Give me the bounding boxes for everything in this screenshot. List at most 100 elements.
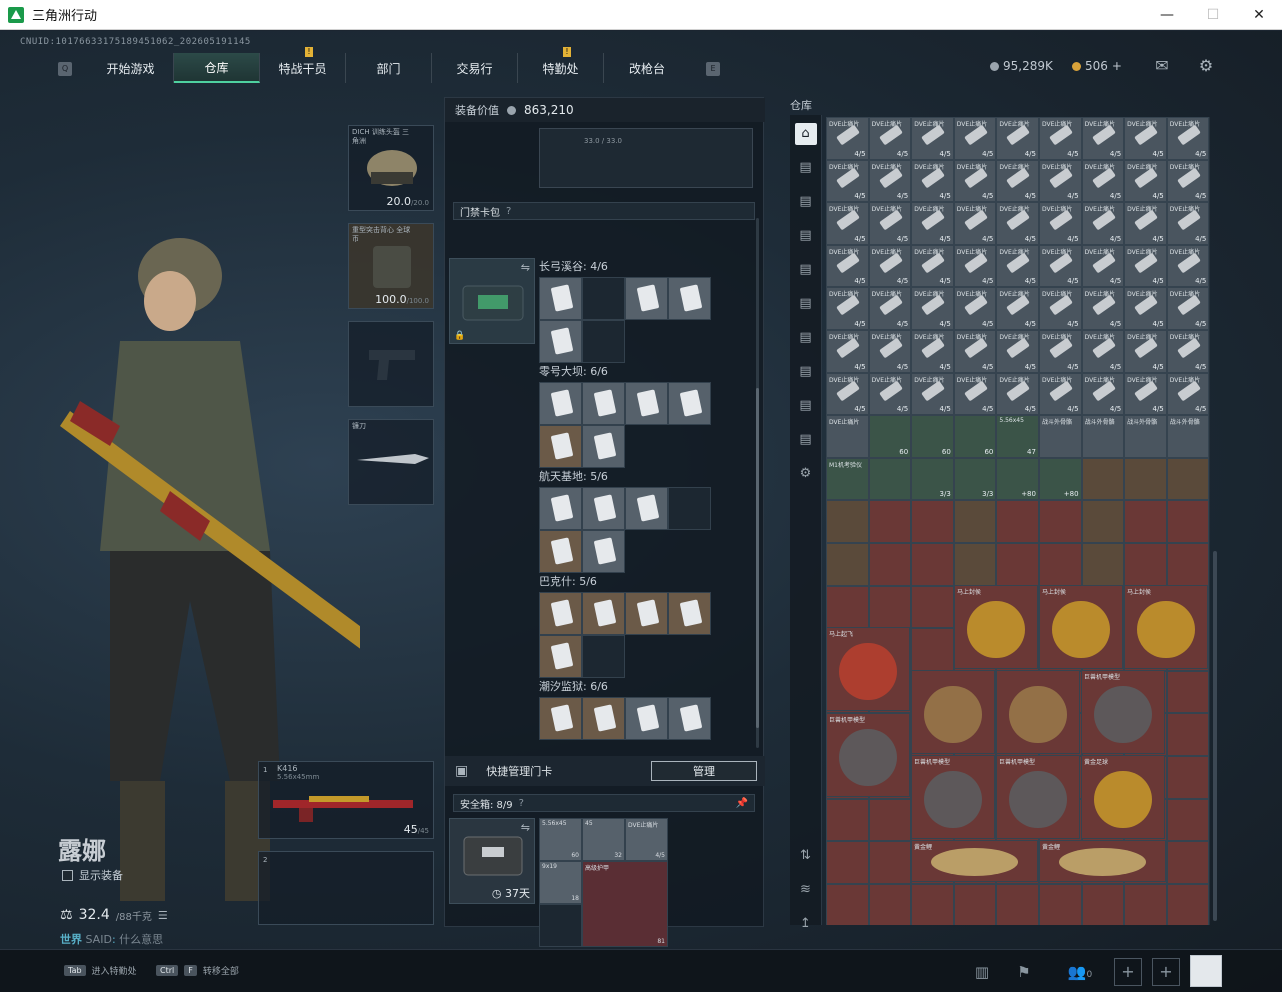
keycard-slot[interactable] (668, 592, 711, 635)
keycard-slot[interactable] (539, 425, 582, 468)
warehouse-cell[interactable]: DVE止痛片 4/5 (1124, 202, 1167, 245)
warehouse-cell[interactable]: M1机考验仪 (826, 457, 869, 501)
scrollbar-thumb[interactable] (756, 388, 759, 728)
warehouse-cell[interactable] (868, 798, 912, 842)
warehouse-cell[interactable]: DVE止痛片 4/5 (1038, 202, 1082, 245)
warehouse-large-item[interactable]: 黄金鲤 (1039, 840, 1166, 882)
tab-start-game[interactable]: 开始游戏 (88, 53, 174, 83)
storage-tab-9[interactable]: ▤ (795, 429, 817, 451)
warehouse-cell[interactable]: 60 (911, 415, 954, 458)
warehouse-cell[interactable]: DVE止痛片 4/5 (868, 244, 912, 288)
keycard-slot[interactable] (625, 697, 668, 740)
warehouse-large-item[interactable]: 巨兽机甲模型 (996, 755, 1080, 839)
keycard-slot[interactable] (539, 382, 582, 425)
warehouse-cell[interactable]: 60 (868, 415, 912, 458)
storage-tab-5[interactable]: ▤ (795, 293, 817, 315)
warehouse-cell[interactable] (868, 585, 912, 629)
warehouse-cell[interactable]: DVE止痛片 4/5 (1081, 329, 1125, 373)
warehouse-cell[interactable] (1081, 457, 1125, 501)
gear-icon[interactable]: ⚙ (1196, 56, 1216, 75)
pistol-slot[interactable] (348, 321, 434, 407)
storage-tab-7[interactable]: ▤ (795, 361, 817, 383)
warehouse-cell[interactable]: DVE止痛片 4/5 (996, 287, 1039, 330)
tab-operators[interactable]: 特战干员! (260, 47, 346, 83)
warehouse-large-item[interactable]: 黄金足球 (1081, 755, 1165, 839)
warehouse-cell[interactable]: DVE止痛片 4/5 (1081, 159, 1125, 203)
warehouse-cell[interactable]: DVE止痛片 4/5 (826, 287, 869, 330)
keycard-slot[interactable] (625, 382, 668, 425)
friends-icon[interactable]: 👥0 (1060, 960, 1100, 984)
warehouse-cell[interactable]: DVE止痛片 4/5 (1124, 287, 1167, 330)
safe-item[interactable]: 45 32 (582, 818, 625, 861)
close-button[interactable]: ✕ (1236, 0, 1282, 30)
warehouse-scrollbar[interactable] (1213, 551, 1217, 921)
storage-tab-4[interactable]: ▤ (795, 259, 817, 281)
warehouse-large-item[interactable]: 马上封侯 (954, 585, 1038, 669)
gold-currency[interactable]: 506 + (1072, 59, 1122, 73)
warehouse-cell[interactable]: DVE止痛片 4/5 (868, 202, 912, 245)
storage-tab-1[interactable]: ▤ (795, 157, 817, 179)
warehouse-cell[interactable]: DVE止痛片 4/5 (826, 117, 869, 160)
swap-icon[interactable]: ⇋ (521, 821, 530, 834)
warehouse-cell[interactable]: DVE止痛片 4/5 (1081, 117, 1125, 160)
warehouse-cell[interactable] (911, 585, 954, 629)
keycard-slot[interactable] (668, 277, 711, 320)
safe-item[interactable]: DVE止痛片 4/5 (625, 818, 668, 861)
storage-tab-3[interactable]: ▤ (795, 225, 817, 247)
tab-gunsmith[interactable]: 改枪台 (604, 53, 690, 83)
warehouse-cell[interactable] (1166, 755, 1210, 799)
warehouse-cell[interactable]: DVE止痛片 4/5 (1166, 159, 1210, 203)
warehouse-large-item[interactable] (911, 670, 995, 754)
warehouse-cell[interactable]: DVE止痛片 4/5 (826, 329, 869, 373)
warehouse-cell[interactable]: DVE止痛片 4/5 (1166, 117, 1210, 160)
safe-item[interactable]: 9x19 18 (539, 861, 582, 904)
warehouse-cell[interactable]: DVE止痛片 4/5 (826, 244, 869, 288)
warehouse-cell[interactable]: +80 (1038, 457, 1082, 501)
warehouse-cell[interactable]: DVE止痛片 4/5 (868, 372, 912, 416)
keycard-slot[interactable] (582, 382, 625, 425)
warehouse-cell[interactable]: DVE止痛片 4/5 (868, 159, 912, 203)
keycard-slot[interactable] (625, 592, 668, 635)
warehouse-cell[interactable]: DVE止痛片 4/5 (953, 329, 997, 373)
warehouse-cell[interactable]: DVE止痛片 4/5 (996, 159, 1039, 203)
minimize-button[interactable]: — (1144, 0, 1190, 30)
warehouse-cell[interactable]: DVE止痛片 4/5 (1038, 372, 1082, 416)
warehouse-cell[interactable] (868, 883, 912, 925)
show-equipment-toggle[interactable]: 显示装备 (62, 867, 123, 883)
warehouse-cell[interactable] (953, 500, 997, 543)
invite-slot-1[interactable]: + (1114, 958, 1142, 986)
storage-tab-8[interactable]: ▤ (795, 395, 817, 417)
warehouse-cell[interactable]: DVE止痛片 4/5 (996, 202, 1039, 245)
warehouse-cell[interactable] (996, 542, 1039, 586)
secondary-weapon-slot[interactable]: 2 (258, 851, 434, 925)
keycard-slot[interactable] (539, 635, 582, 678)
warehouse-cell[interactable]: 5.56x45 47 (996, 415, 1039, 458)
tab-department[interactable]: 部门 (346, 53, 432, 83)
warehouse-cell[interactable]: DVE止痛片 4/5 (1081, 287, 1125, 330)
warehouse-cell[interactable]: DVE止痛片 4/5 (996, 244, 1039, 288)
tab-warehouse[interactable]: 仓库 (174, 53, 260, 83)
warehouse-cell[interactable]: DVE止痛片 4/5 (868, 117, 912, 160)
warehouse-cell[interactable]: DVE止痛片 4/5 (1124, 244, 1167, 288)
warehouse-cell[interactable]: DVE止痛片 4/5 (826, 202, 869, 245)
warehouse-cell[interactable] (1038, 500, 1082, 543)
warehouse-cell[interactable]: DVE止痛片 4/5 (1166, 372, 1210, 416)
warehouse-cell[interactable]: DVE止痛片 4/5 (1081, 202, 1125, 245)
warehouse-cell[interactable]: DVE止痛片 (826, 415, 869, 458)
warehouse-cell[interactable]: DVE止痛片 4/5 (911, 117, 954, 160)
warehouse-large-item[interactable]: 巨兽机甲模型 (911, 755, 995, 839)
warehouse-cell[interactable] (996, 500, 1039, 543)
transfer-icon[interactable]: ↥ (795, 913, 817, 935)
warehouse-cell[interactable]: DVE止痛片 4/5 (868, 287, 912, 330)
warehouse-cell[interactable]: DVE止痛片 4/5 (953, 287, 997, 330)
warehouse-cell[interactable]: DVE止痛片 4/5 (826, 372, 869, 416)
warehouse-cell[interactable] (826, 841, 869, 884)
warehouse-cell[interactable]: DVE止痛片 4/5 (911, 287, 954, 330)
armor-slot[interactable]: 重型突击背心 全球币 100.0/100.0 (348, 223, 434, 309)
warehouse-cell[interactable] (1166, 841, 1210, 884)
warehouse-cell[interactable]: DVE止痛片 4/5 (953, 159, 997, 203)
warehouse-cell[interactable]: 战斗外骨骼 (1124, 415, 1167, 458)
warehouse-cell[interactable] (1166, 883, 1210, 925)
warehouse-cell[interactable] (868, 500, 912, 543)
warehouse-cell[interactable]: DVE止痛片 4/5 (953, 202, 997, 245)
